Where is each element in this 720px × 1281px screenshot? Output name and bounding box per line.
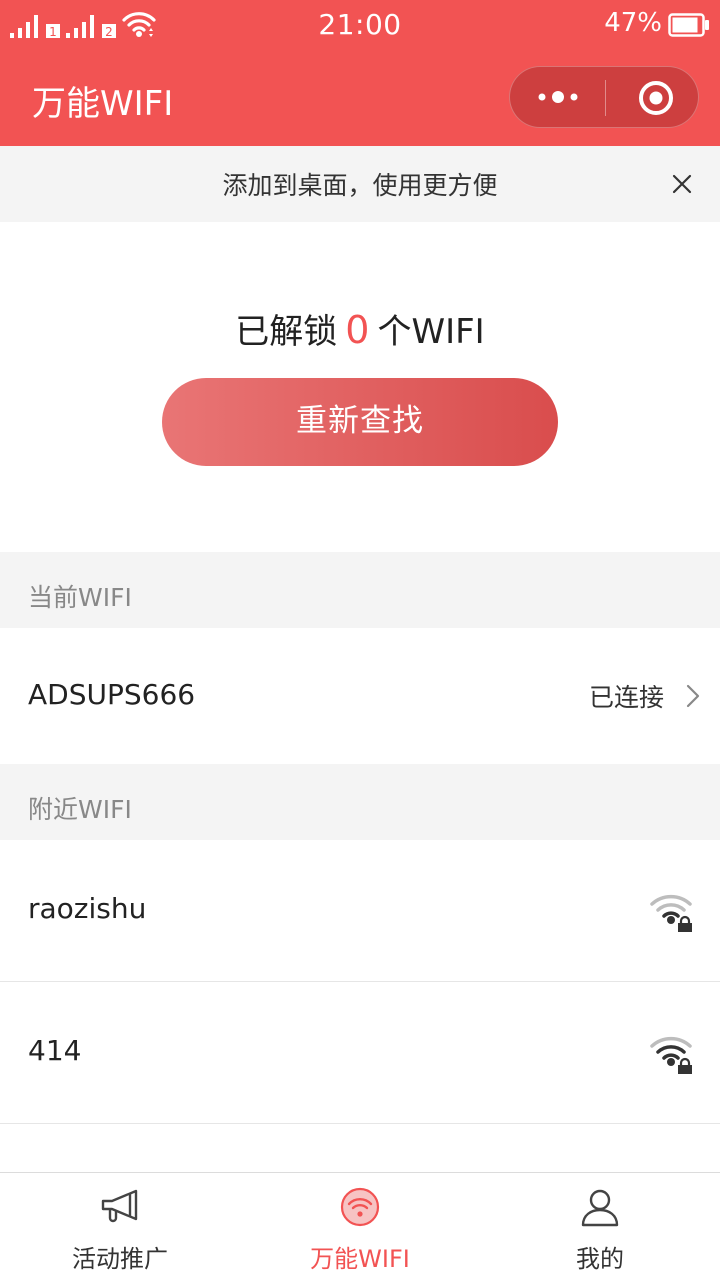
wifi-ssid: raozishu — [28, 892, 147, 925]
close-icon[interactable] — [670, 172, 694, 196]
wifi-list-item[interactable]: raozishu — [0, 840, 720, 981]
current-wifi-row[interactable]: ADSUPS666 已连接 — [0, 628, 720, 764]
miniprogram-capsule — [509, 66, 699, 128]
wifi-list-item[interactable]: 414 — [0, 982, 720, 1123]
tab-label: 活动推广 — [72, 1245, 168, 1273]
navigation-bar: 万能WIFI — [0, 52, 720, 146]
tab-wifi[interactable]: 万能WIFI — [240, 1173, 480, 1281]
unlocked-count: 0 — [345, 308, 370, 352]
more-options-icon[interactable] — [534, 87, 582, 107]
battery-icon — [668, 13, 709, 37]
current-wifi-header: 当前WIFI — [0, 552, 720, 628]
capsule-divider — [605, 80, 606, 116]
tab-label: 我的 — [576, 1245, 624, 1273]
nearby-wifi-header: 附近WIFI — [0, 764, 720, 840]
refind-button[interactable]: 重新查找 — [162, 378, 558, 466]
status-bar: 1 2 21:00 47% — [0, 0, 720, 52]
section-title: 附近WIFI — [28, 795, 132, 824]
wifi-ssid: ADSUPS666 — [28, 678, 196, 711]
unlock-prefix: 已解锁 — [235, 312, 338, 352]
page-title: 万能WIFI — [32, 84, 174, 124]
list-divider — [0, 1123, 720, 1124]
battery-percent: 47% — [604, 8, 662, 38]
close-miniprogram-icon[interactable] — [638, 80, 674, 116]
locked-wifi-icon — [650, 1036, 692, 1074]
tab-promotion[interactable]: 活动推广 — [0, 1173, 240, 1281]
banner-text: 添加到桌面，使用更方便 — [222, 171, 498, 200]
section-title: 当前WIFI — [28, 583, 132, 612]
wifi-ssid: 414 — [28, 1034, 82, 1067]
wifi-icon — [340, 1187, 380, 1227]
megaphone-icon — [101, 1189, 138, 1223]
tab-label: 万能WIFI — [310, 1245, 410, 1273]
connection-status: 已连接 — [588, 683, 664, 712]
locked-wifi-icon — [650, 894, 692, 932]
bottom-tab-bar: 活动推广 万能WIFI 我的 — [0, 1172, 720, 1280]
unlock-summary-text: 已解锁 0 个WIFI — [0, 304, 720, 353]
unlock-summary: 已解锁 0 个WIFI 重新查找 — [0, 222, 720, 552]
unlock-suffix: 个WIFI — [377, 312, 485, 352]
add-to-desktop-banner[interactable]: 添加到桌面，使用更方便 — [0, 146, 720, 222]
tab-profile[interactable]: 我的 — [480, 1173, 720, 1281]
chevron-right-icon — [686, 684, 700, 708]
user-icon — [581, 1189, 619, 1227]
